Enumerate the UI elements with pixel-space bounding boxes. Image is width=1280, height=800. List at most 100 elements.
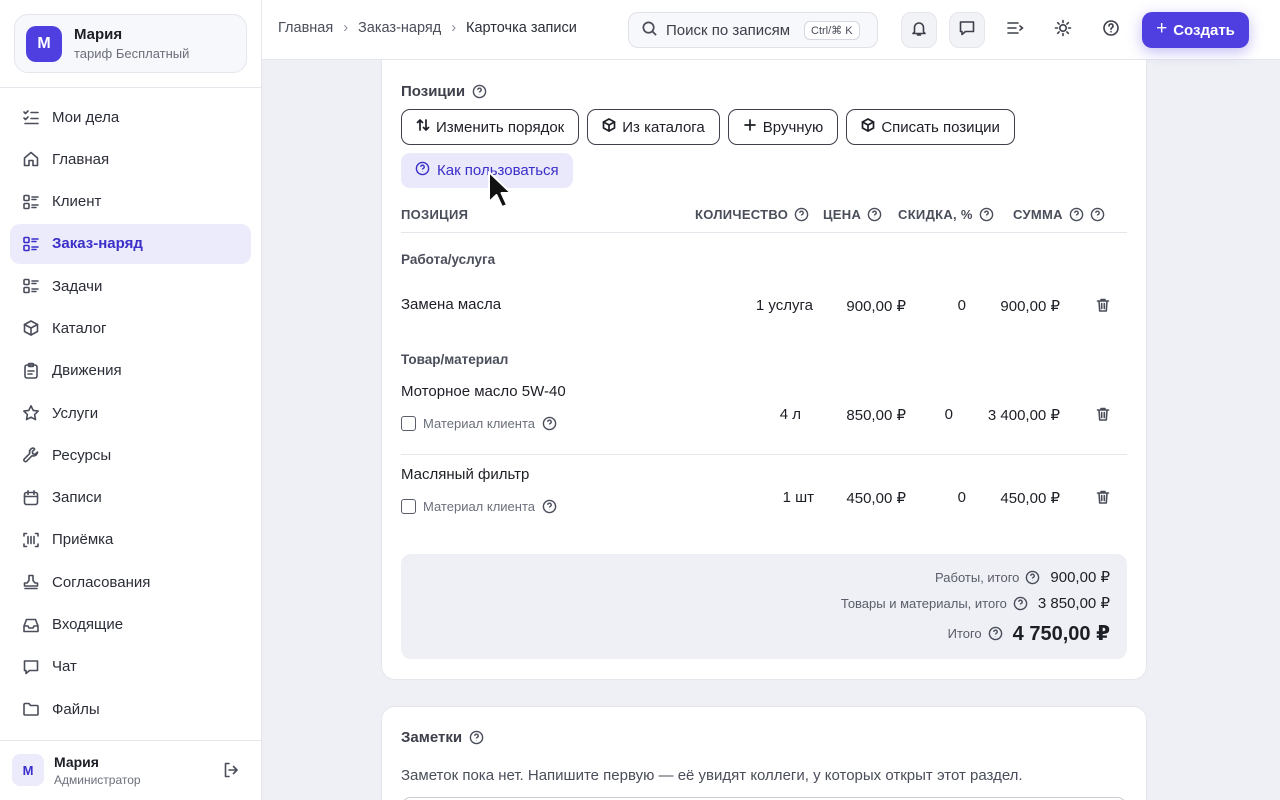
help-icon[interactable] xyxy=(1025,570,1040,585)
home-icon xyxy=(22,150,40,168)
sidebar-item-catalog[interactable]: Каталог xyxy=(10,308,251,348)
sidebar-item-my-tasks[interactable]: Мои дела xyxy=(10,97,251,137)
scan-icon xyxy=(22,531,40,549)
sidebar-item-label: Согласования xyxy=(52,573,151,591)
search-shortcut: Ctrl/⌘ K xyxy=(804,20,860,40)
clipboard-icon xyxy=(22,362,40,380)
totals-panel: Работы, итого 900,00 ₽ Товары и материал… xyxy=(401,554,1127,659)
logout-icon[interactable] xyxy=(222,761,240,779)
sidebar-item-files[interactable]: Файлы xyxy=(10,689,251,729)
sidebar-item-label: Услуги xyxy=(52,404,99,422)
row-name: Масляный фильтр xyxy=(401,466,530,483)
reorder-button[interactable]: Изменить порядок xyxy=(401,109,580,145)
sun-icon xyxy=(1054,19,1072,41)
stamp-icon xyxy=(22,573,40,591)
bell-icon xyxy=(910,19,928,41)
column-sum-label: СУММА xyxy=(1013,207,1063,222)
sidebar-item-resources[interactable]: Ресурсы xyxy=(10,435,251,475)
list-add-icon xyxy=(1006,19,1024,41)
sidebar-item-label: Каталог xyxy=(52,319,107,337)
help-icon[interactable] xyxy=(794,207,809,222)
sidebar-item-label: Задачи xyxy=(52,277,103,295)
works-total-value: 900,00 ₽ xyxy=(1050,569,1110,586)
sidebar-item-movements[interactable]: Движения xyxy=(10,351,251,391)
plus-icon xyxy=(743,118,763,136)
sidebar-item-inbox[interactable]: Входящие xyxy=(10,605,251,645)
sidebar-nav: Мои дела Главная Клиент Заказ-наряд Зада… xyxy=(10,97,251,731)
sidebar-item-label: Файлы xyxy=(52,700,100,718)
sidebar-item-services[interactable]: Услуги xyxy=(10,393,251,433)
manual-add-label: Вручную xyxy=(762,118,824,136)
list-icon xyxy=(22,277,40,295)
search-box[interactable]: Ctrl/⌘ K xyxy=(628,12,878,48)
sidebar-item-label: Мои дела xyxy=(52,108,120,126)
search-input[interactable] xyxy=(666,21,798,39)
search-icon xyxy=(641,20,666,41)
sidebar-item-client[interactable]: Клиент xyxy=(10,182,251,222)
theme-toggle[interactable] xyxy=(1045,12,1081,48)
create-button[interactable]: + Создать xyxy=(1142,12,1249,48)
folder-icon xyxy=(22,700,40,718)
help-icon[interactable] xyxy=(472,84,487,99)
help-icon[interactable] xyxy=(1013,596,1028,611)
goods-total: Товары и материалы, итого 3 850,00 ₽ xyxy=(841,594,1110,612)
sidebar-item-home[interactable]: Главная xyxy=(10,139,251,179)
queue-button[interactable] xyxy=(997,12,1033,48)
chevron-right-icon: › xyxy=(343,20,349,36)
group-label-work: Работа/услуга xyxy=(401,252,496,267)
messages-button[interactable] xyxy=(949,12,985,48)
help-icon[interactable] xyxy=(1069,207,1084,222)
row-name: Моторное масло 5W-40 xyxy=(401,383,566,400)
help-icon[interactable] xyxy=(469,730,484,745)
sidebar-item-approvals[interactable]: Согласования xyxy=(10,562,251,602)
from-catalog-button[interactable]: Из каталога xyxy=(587,109,720,145)
column-price-label: ЦЕНА xyxy=(823,207,862,222)
column-discount-label: СКИДКА, % xyxy=(898,207,973,222)
trash-icon[interactable] xyxy=(1095,297,1111,313)
client-material-option: Материал клиента xyxy=(401,499,557,514)
breadcrumb-home[interactable]: Главная xyxy=(278,20,333,36)
client-material-label: Материал клиента xyxy=(423,416,536,431)
breadcrumb-work-order[interactable]: Заказ-наряд xyxy=(358,20,441,36)
chevron-right-icon: › xyxy=(451,20,457,36)
sidebar-item-reception[interactable]: Приёмка xyxy=(10,520,251,560)
help-icon[interactable] xyxy=(1090,207,1105,222)
help-button[interactable] xyxy=(1093,12,1129,48)
manual-add-button[interactable]: Вручную xyxy=(727,109,839,145)
client-material-checkbox[interactable] xyxy=(401,499,416,514)
sidebar-item-chat[interactable]: Чат xyxy=(10,647,251,687)
help-icon[interactable] xyxy=(979,207,994,222)
notes-title: Заметки xyxy=(401,729,484,746)
trash-icon[interactable] xyxy=(1095,489,1111,505)
org-switcher[interactable]: М Мария тариф Бесплатный xyxy=(14,14,247,73)
list-icon xyxy=(22,193,40,211)
sidebar-item-tasks[interactable]: Задачи xyxy=(10,266,251,306)
user-profile[interactable]: М Мария Администратор xyxy=(12,752,252,788)
sidebar-item-work-order[interactable]: Заказ-наряд xyxy=(10,223,251,264)
help-icon[interactable] xyxy=(867,207,882,222)
list-icon xyxy=(22,235,40,253)
row-price: 900,00 ₽ xyxy=(846,298,906,315)
notifications-button[interactable] xyxy=(901,12,937,48)
help-icon[interactable] xyxy=(988,626,1003,641)
help-icon[interactable] xyxy=(542,416,557,431)
write-off-button[interactable]: Списать позиции xyxy=(846,109,1015,145)
column-sum: СУММА xyxy=(1013,207,1105,222)
notes-empty-text: Заметок пока нет. Напишите первую — её у… xyxy=(401,767,1023,784)
grand-total-value: 4 750,00 ₽ xyxy=(1012,623,1110,645)
table-row[interactable]: Моторное масло 5W-40 Материал клиента 4 … xyxy=(401,383,1127,443)
sidebar-item-records[interactable]: Записи xyxy=(10,478,251,518)
sidebar-item-label: Записи xyxy=(52,489,102,507)
table-row[interactable]: Замена масла 1 услуга 900,00 ₽ 0 900,00 … xyxy=(401,296,1127,320)
sidebar-item-label: Чат xyxy=(52,658,77,676)
trash-icon[interactable] xyxy=(1095,406,1111,422)
client-material-label: Материал клиента xyxy=(423,499,536,514)
help-icon[interactable] xyxy=(542,499,557,514)
box-icon xyxy=(602,118,622,136)
row-discount: 0 xyxy=(944,406,953,423)
works-total-label: Работы, итого xyxy=(935,569,1020,585)
positions-actions: Изменить порядок Из каталога Вручную Спи… xyxy=(401,109,1015,145)
howto-button[interactable]: Как пользоваться xyxy=(401,153,573,188)
table-row[interactable]: Масляный фильтр Материал клиента 1 шт 45… xyxy=(401,466,1127,526)
client-material-checkbox[interactable] xyxy=(401,416,416,431)
